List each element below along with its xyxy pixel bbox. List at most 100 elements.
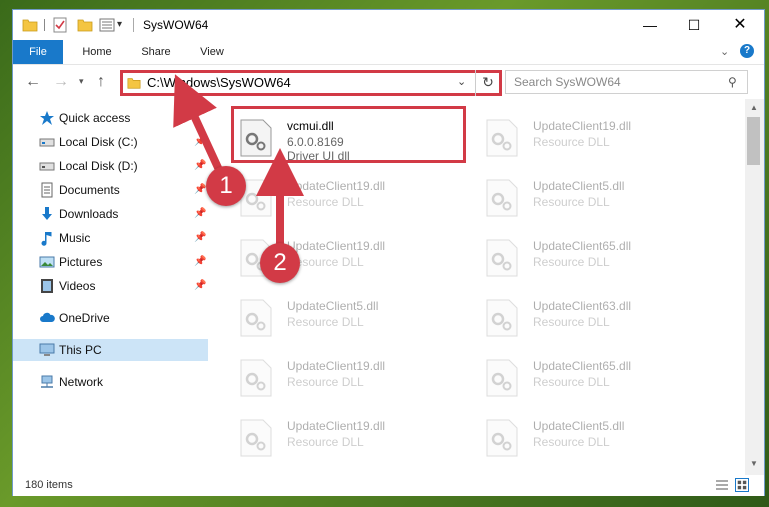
refresh-icon[interactable]: ↻	[475, 70, 500, 96]
music-icon	[41, 232, 52, 246]
recent-locations-icon[interactable]: ▾	[79, 76, 84, 87]
search-placeholder: Search SysWOW64	[514, 75, 621, 89]
file-highlight-box	[231, 106, 466, 163]
file-name: UpdateClient19.dll	[287, 419, 386, 433]
up-arrow-icon[interactable]: ↑	[97, 73, 105, 91]
drive-icon	[39, 138, 55, 147]
videos-icon	[41, 279, 53, 293]
dll-file-icon	[486, 299, 518, 337]
file-tile[interactable]: UpdateClient19.dll Resource DLL	[481, 113, 721, 163]
file-tile[interactable]: UpdateClient5.dll Resource DLL	[481, 413, 721, 463]
sidebar-item-documents[interactable]: Documents 📌	[13, 179, 208, 201]
sidebar-item-this-pc[interactable]: This PC	[13, 339, 208, 361]
sidebar-item-pictures[interactable]: Pictures 📌	[13, 251, 208, 273]
address-dropdown-icon[interactable]: ⌄	[457, 75, 466, 88]
title-separator	[133, 18, 134, 32]
pin-icon[interactable]: 📌	[194, 136, 206, 147]
dll-file-icon	[486, 359, 518, 397]
sidebar-item-label: Local Disk (C:)	[59, 135, 138, 149]
sidebar-item-music[interactable]: Music 📌	[13, 227, 208, 249]
file-tile[interactable]: UpdateClient19.dll Resource DLL	[235, 353, 475, 403]
close-button[interactable]: ✕	[717, 10, 763, 40]
search-icon[interactable]: ⚲	[728, 75, 737, 89]
file-type: Resource DLL	[533, 315, 610, 329]
pin-icon[interactable]: 📌	[194, 184, 206, 195]
step-2-badge: 2	[260, 243, 300, 283]
tab-view[interactable]: View	[187, 40, 237, 64]
pin-icon[interactable]: 📌	[194, 232, 206, 243]
file-tile[interactable]: UpdateClient63.dll Resource DLL	[481, 293, 721, 343]
file-name: UpdateClient5.dll	[287, 299, 379, 313]
file-type: Resource DLL	[533, 375, 610, 389]
file-tile[interactable]: UpdateClient19.dll Resource DLL	[235, 173, 475, 223]
file-type: Resource DLL	[287, 195, 364, 209]
forward-arrow-icon[interactable]: →	[53, 73, 69, 91]
sidebar-item-quick-access[interactable]: Quick access	[13, 107, 208, 129]
sidebar-item-local-disk-c[interactable]: Local Disk (C:) 📌	[13, 131, 208, 153]
large-icons-view-icon[interactable]	[735, 478, 749, 492]
minimize-button[interactable]: —	[627, 10, 673, 40]
folder-icon[interactable]	[22, 17, 38, 33]
file-name: UpdateClient65.dll	[533, 239, 632, 253]
file-tile[interactable]: UpdateClient19.dll Resource DLL	[235, 413, 475, 463]
back-arrow-icon[interactable]: ←	[25, 73, 41, 91]
step-1-badge: 1	[206, 166, 246, 206]
pin-icon[interactable]: 📌	[194, 280, 206, 291]
file-name: UpdateClient63.dll	[533, 299, 632, 313]
quick-access-dropdown-icon[interactable]: ▾	[117, 19, 122, 30]
drive-icon	[39, 162, 55, 171]
file-type: Resource DLL	[533, 135, 610, 149]
address-bar[interactable]: C:\Windows\SysWOW64 ⌄ ↻	[120, 70, 502, 96]
ribbon-tabs: File Home Share View ⌄ ?	[13, 40, 764, 65]
dll-file-icon	[240, 419, 272, 457]
file-name: UpdateClient19.dll	[287, 239, 386, 253]
scroll-down-icon[interactable]: ▼	[750, 459, 758, 468]
status-bar: 180 items	[13, 475, 764, 496]
window-title: SysWOW64	[143, 18, 209, 32]
sidebar-item-label: Downloads	[59, 207, 119, 221]
sidebar-item-videos[interactable]: Videos 📌	[13, 275, 208, 297]
search-input[interactable]: Search SysWOW64 ⚲	[505, 70, 748, 94]
expand-ribbon-icon[interactable]: ⌄	[720, 45, 729, 58]
new-folder-icon[interactable]	[77, 17, 93, 33]
file-type: Resource DLL	[533, 435, 610, 449]
help-icon[interactable]: ?	[740, 44, 754, 58]
dll-file-icon	[240, 299, 272, 337]
vertical-scrollbar[interactable]: ▲ ▼	[745, 99, 764, 475]
download-icon	[42, 207, 52, 220]
sidebar-item-network[interactable]: Network	[13, 371, 208, 393]
item-count: 180 items	[25, 479, 73, 491]
tab-share[interactable]: Share	[131, 40, 181, 64]
properties-check-icon[interactable]	[53, 17, 67, 33]
pictures-icon	[39, 256, 55, 268]
scroll-thumb[interactable]	[747, 117, 760, 165]
sidebar-item-label: Local Disk (D:)	[59, 159, 138, 173]
tab-file[interactable]: File	[13, 40, 63, 64]
file-name: UpdateClient5.dll	[533, 179, 625, 193]
file-tile[interactable]: UpdateClient65.dll Resource DLL	[481, 233, 721, 283]
sidebar-item-label: Quick access	[59, 111, 131, 125]
address-path[interactable]: C:\Windows\SysWOW64	[147, 75, 291, 90]
maximize-button[interactable]: ☐	[671, 10, 717, 40]
details-view-icon[interactable]	[715, 478, 729, 492]
scroll-up-icon[interactable]: ▲	[750, 103, 758, 112]
file-tile[interactable]: UpdateClient65.dll Resource DLL	[481, 353, 721, 403]
sidebar-item-label: Pictures	[59, 255, 103, 269]
computer-icon	[39, 343, 55, 356]
dll-file-icon	[486, 179, 518, 217]
dll-file-icon	[486, 239, 518, 277]
pin-icon[interactable]: 📌	[194, 160, 206, 171]
file-name: UpdateClient19.dll	[287, 179, 386, 193]
sidebar-item-onedrive[interactable]: OneDrive	[13, 307, 208, 329]
pin-icon[interactable]: 📌	[194, 256, 206, 267]
sidebar-item-label: Music	[59, 231, 91, 245]
file-name: UpdateClient19.dll	[287, 359, 386, 373]
sidebar-item-downloads[interactable]: Downloads 📌	[13, 203, 208, 225]
network-icon	[41, 375, 53, 388]
tab-home[interactable]: Home	[69, 40, 125, 64]
file-tile[interactable]: UpdateClient5.dll Resource DLL	[235, 293, 475, 343]
customize-toolbar-icon[interactable]	[99, 17, 115, 33]
pin-icon[interactable]: 📌	[194, 208, 206, 219]
sidebar-item-local-disk-d[interactable]: Local Disk (D:) 📌	[13, 155, 208, 177]
file-tile[interactable]: UpdateClient5.dll Resource DLL	[481, 173, 721, 223]
